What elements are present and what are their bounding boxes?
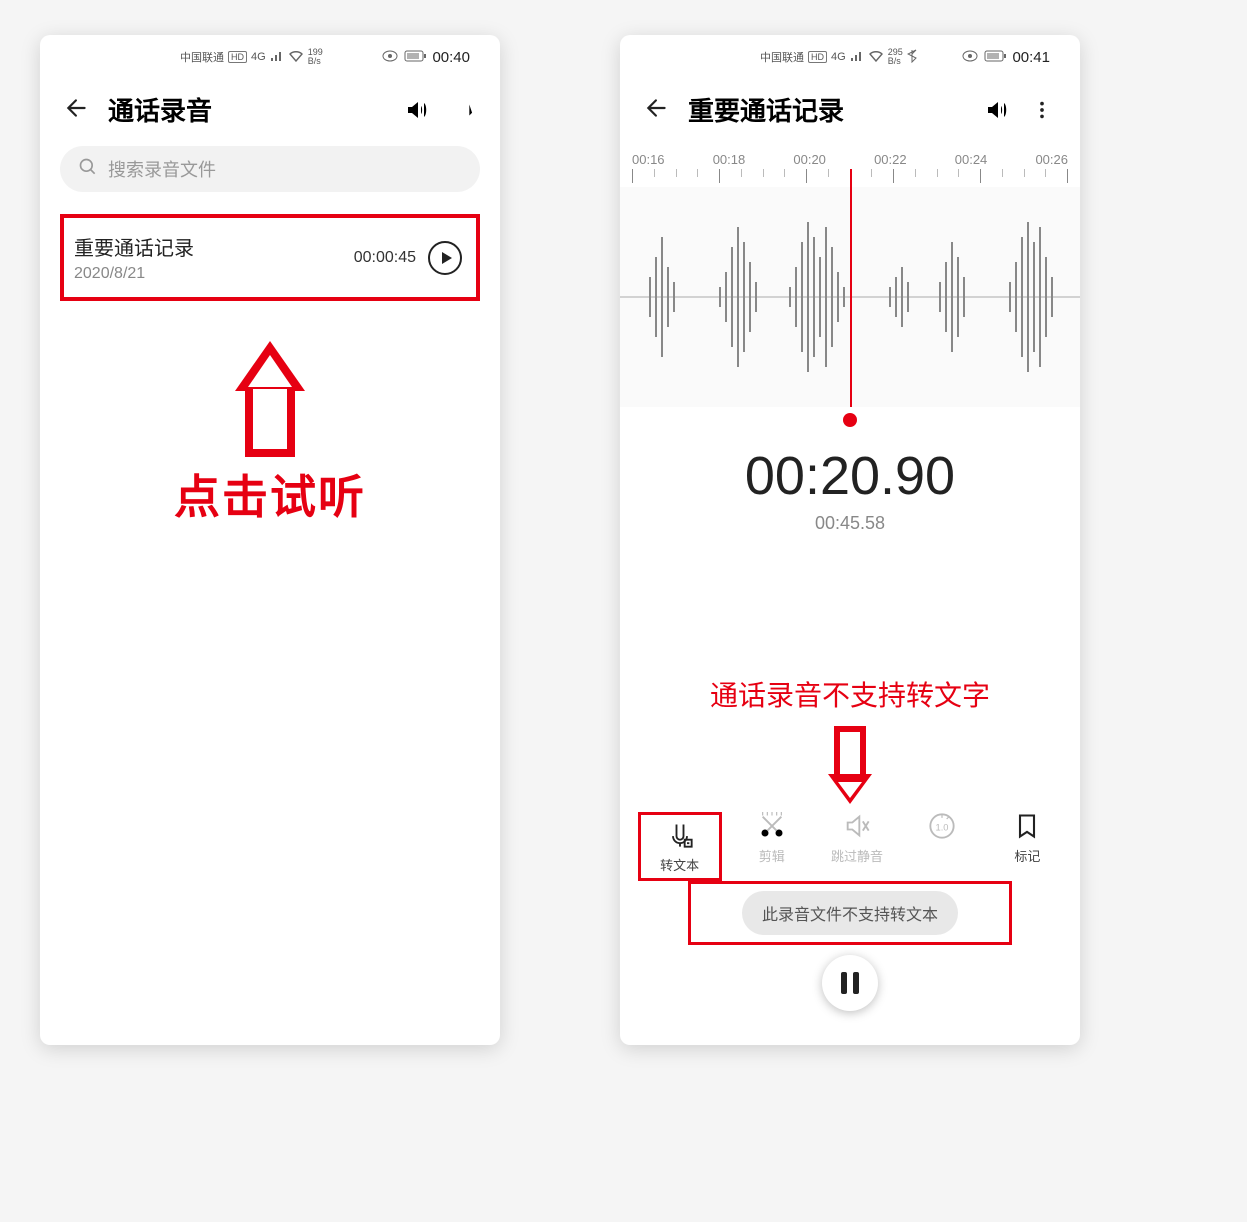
page-title: 重要通话记录 (688, 91, 964, 128)
phone-screenshot-player: 中国联通 HD 4G 295B/s 00:41 重要通话记录 00:16 00:… (620, 35, 1080, 1045)
carrier-label: 中国联通 (180, 49, 224, 65)
bt-icon (907, 49, 917, 66)
carrier-label: 中国联通 (760, 49, 804, 65)
recording-title: 重要通话记录 (74, 232, 354, 261)
player-toolbar: 转文本 剪辑 跳过静音 1.0 标记 (620, 808, 1080, 881)
tool-label: 剪辑 (759, 846, 785, 865)
speed-button[interactable]: 1.0 (907, 812, 977, 840)
signal-icon (270, 50, 284, 65)
recording-item[interactable]: 重要通话记录 2020/8/21 00:00:45 (60, 214, 480, 301)
recording-date: 2020/8/21 (74, 265, 354, 283)
search-input[interactable]: 搜索录音文件 (60, 146, 480, 192)
ruler-tick: 00:16 (632, 152, 665, 167)
net-speed: 199B/s (308, 48, 323, 66)
transcribe-icon (666, 821, 694, 849)
pause-button[interactable] (822, 955, 878, 1011)
battery-icon (984, 50, 1006, 65)
tool-label: 转文本 (660, 855, 699, 874)
hd-badge: HD (228, 51, 247, 63)
status-time: 00:41 (1012, 49, 1050, 66)
ruler-tick: 00:20 (793, 152, 826, 167)
ruler-tick: 00:22 (874, 152, 907, 167)
phone-screenshot-list: 中国联通 HD 4G 199B/s 00:40 通 (40, 35, 500, 1045)
more-icon[interactable] (1028, 96, 1056, 124)
current-time: 00:20.90 (620, 445, 1080, 507)
bookmark-icon (1013, 812, 1041, 840)
trim-button[interactable]: 剪辑 (737, 812, 807, 865)
back-icon[interactable] (644, 95, 670, 125)
scissors-icon (758, 812, 786, 840)
search-placeholder: 搜索录音文件 (108, 156, 216, 182)
play-icon[interactable] (428, 241, 462, 275)
wifi-icon (868, 50, 884, 65)
annotation-arrow-down-icon (828, 726, 872, 804)
sort-icon[interactable] (448, 96, 476, 124)
pause-icon (841, 972, 847, 994)
status-bar: 中国联通 HD 4G 199B/s 00:40 (40, 35, 500, 79)
recording-duration: 00:00:45 (354, 249, 416, 267)
toast-highlight: 此录音文件不支持转文本 (688, 881, 1012, 945)
page-title: 通话录音 (108, 91, 384, 128)
speaker-icon[interactable] (982, 96, 1010, 124)
tool-label: 跳过静音 (831, 846, 883, 865)
mute-skip-icon (843, 812, 871, 840)
network-type: 4G (831, 51, 846, 63)
speaker-icon[interactable] (402, 96, 430, 124)
skip-silence-button[interactable]: 跳过静音 (822, 812, 892, 865)
tool-label: 标记 (1014, 846, 1040, 865)
bookmark-button[interactable]: 标记 (992, 812, 1062, 865)
search-icon (78, 157, 98, 182)
time-ruler: 00:16 00:18 00:20 00:22 00:24 00:26 (620, 146, 1080, 169)
ruler-tick: 00:26 (1035, 152, 1068, 167)
playback-cursor[interactable] (850, 169, 852, 407)
eye-icon (962, 50, 978, 65)
net-speed: 295B/s (888, 48, 903, 66)
app-header: 重要通话记录 (620, 79, 1080, 146)
back-icon[interactable] (64, 95, 90, 125)
battery-icon (404, 50, 426, 65)
status-bar: 中国联通 HD 4G 295B/s 00:41 (620, 35, 1080, 79)
wifi-icon (288, 50, 304, 65)
to-text-button[interactable]: 转文本 (638, 812, 722, 881)
app-header: 通话录音 (40, 79, 500, 146)
annotation-arrow-up-icon (235, 341, 305, 451)
svg-text:1.0: 1.0 (936, 823, 949, 833)
annotation-text: 通话录音不支持转文字 (620, 674, 1080, 714)
total-time: 00:45.58 (620, 513, 1080, 534)
annotation-text: 点击试听 (40, 461, 500, 527)
toast-message: 此录音文件不支持转文本 (742, 891, 958, 935)
hd-badge: HD (808, 51, 827, 63)
waveform[interactable] (620, 187, 1080, 407)
network-type: 4G (251, 51, 266, 63)
signal-icon (850, 50, 864, 65)
playback-cursor-dot[interactable] (843, 413, 857, 427)
speed-icon: 1.0 (928, 812, 956, 840)
status-time: 00:40 (432, 49, 470, 66)
eye-icon (382, 50, 398, 65)
ruler-tick: 00:18 (713, 152, 746, 167)
ruler-tick: 00:24 (955, 152, 988, 167)
